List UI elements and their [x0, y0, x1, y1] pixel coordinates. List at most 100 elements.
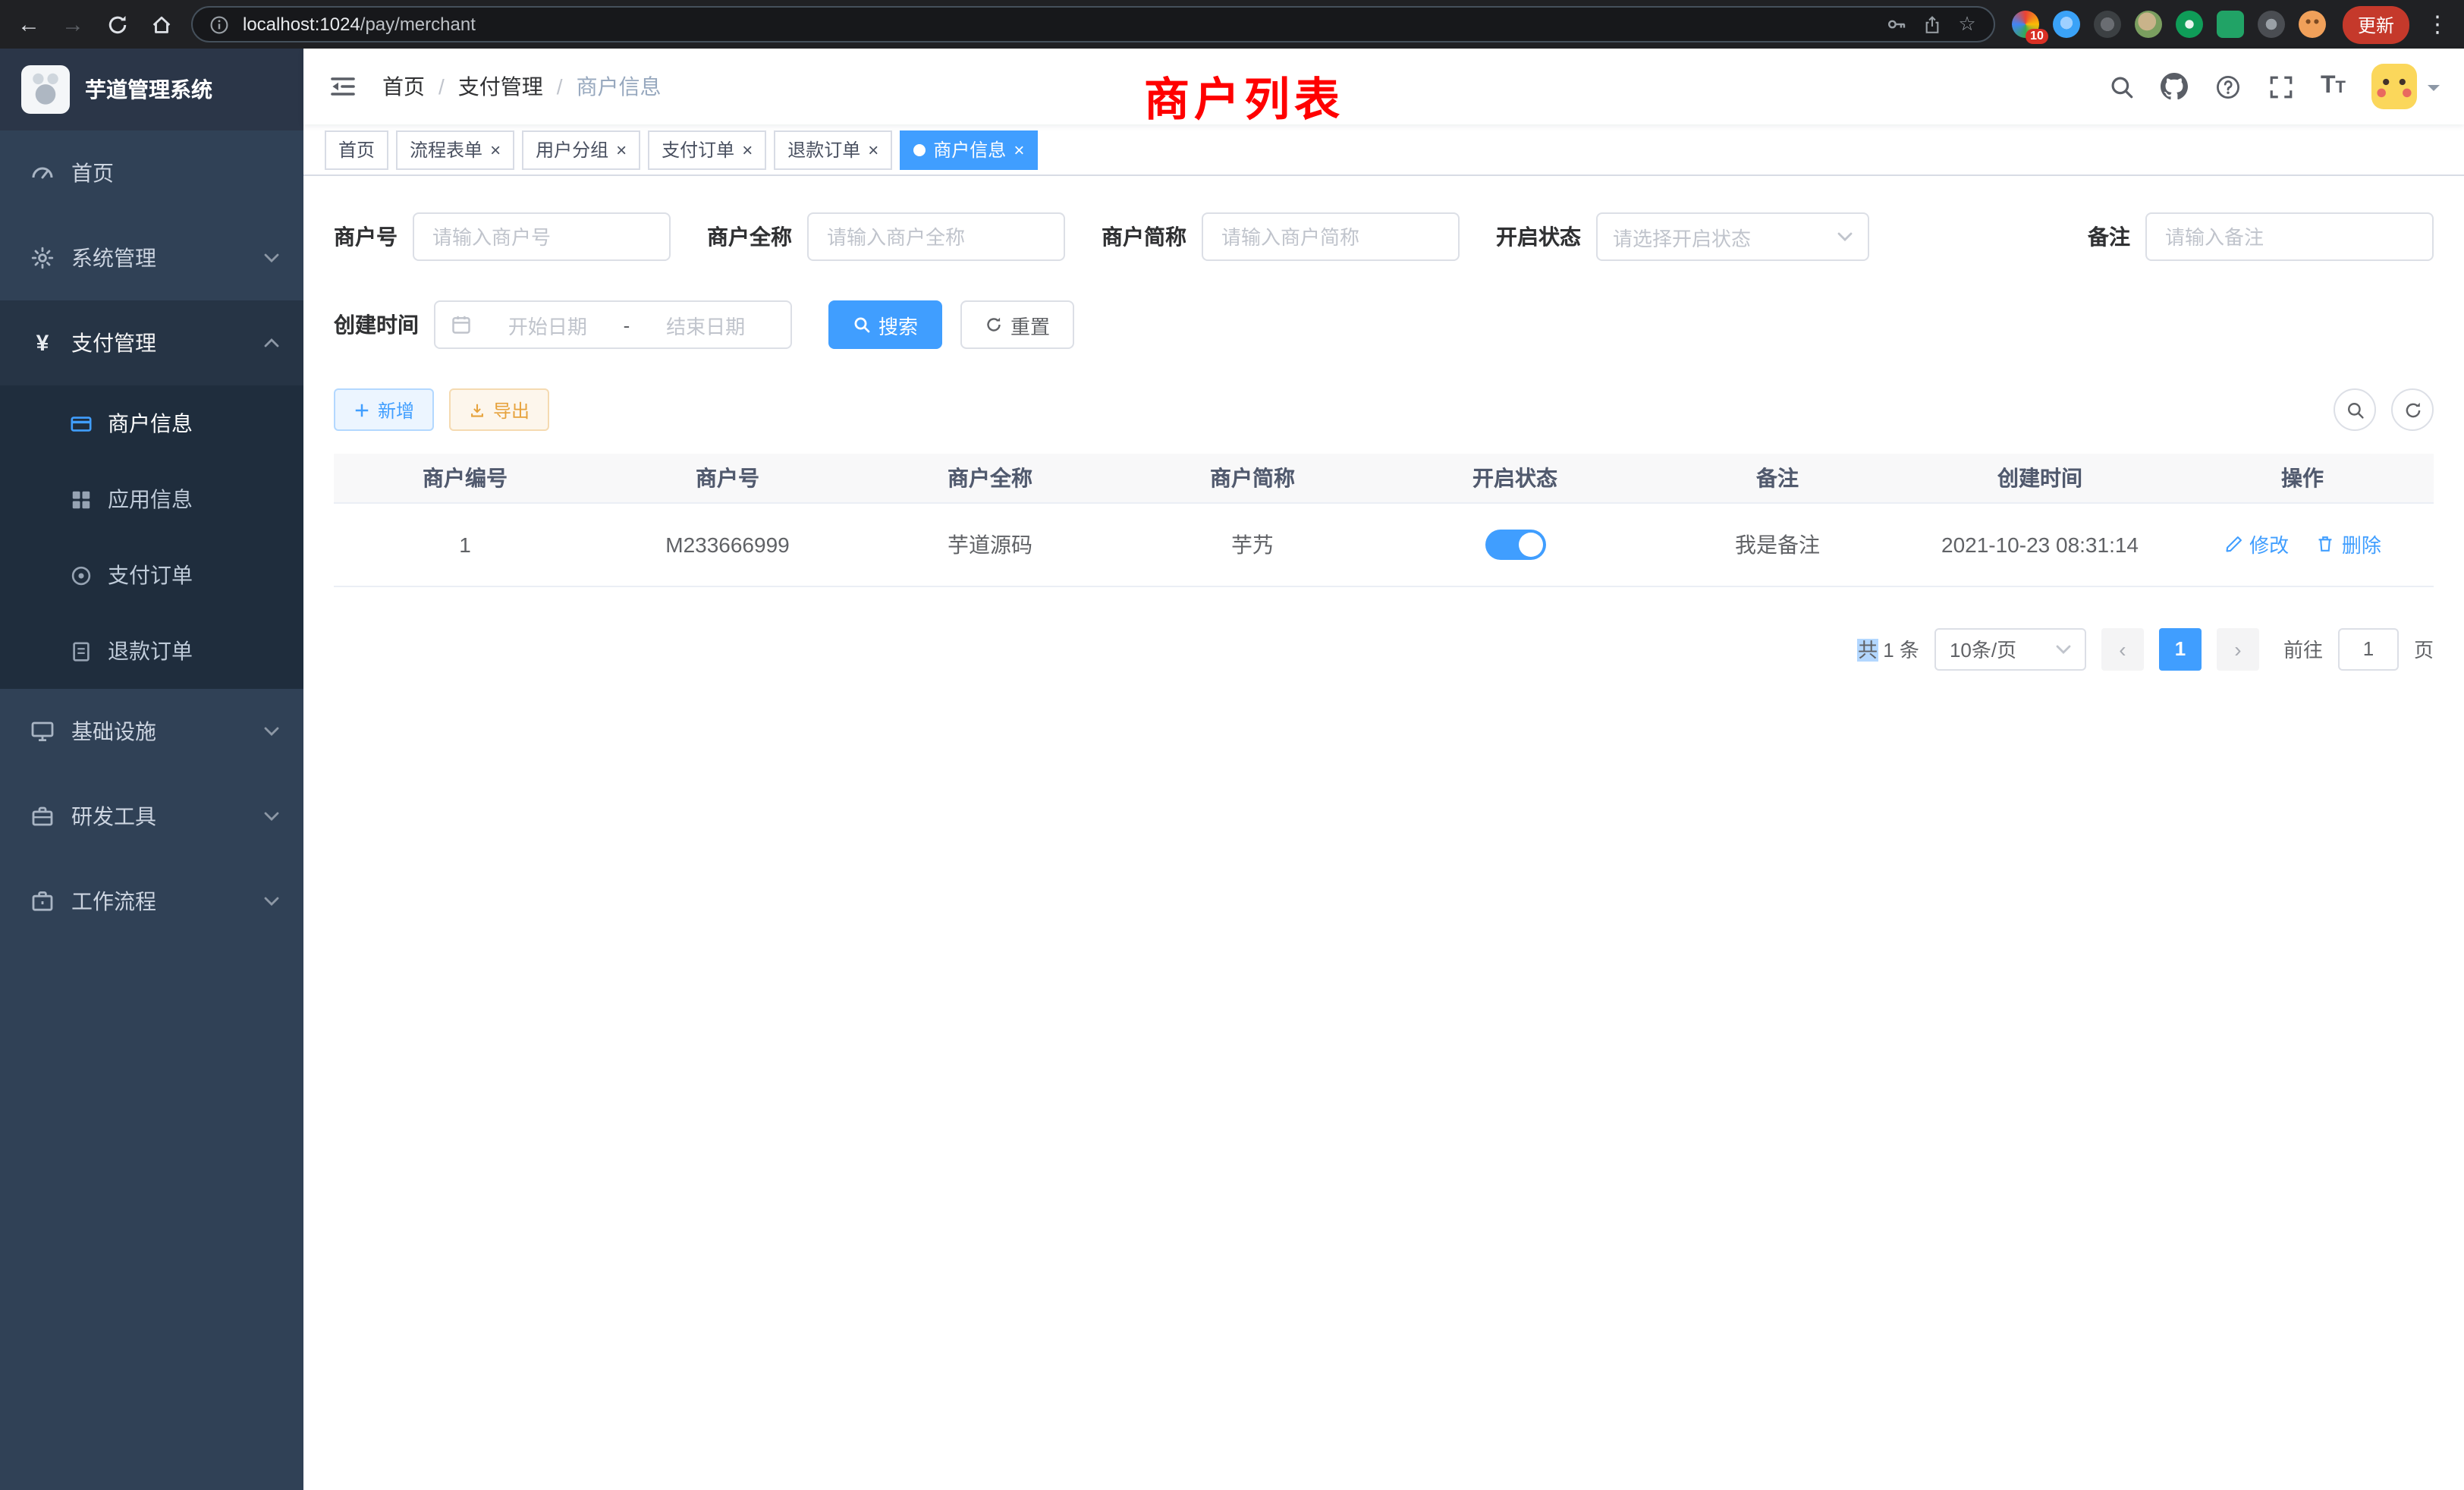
- edit-button[interactable]: 修改: [2224, 530, 2289, 558]
- sidebar-item-label: 支付管理: [71, 328, 156, 358]
- prev-page-button[interactable]: ‹: [2101, 627, 2144, 670]
- tab-home[interactable]: 首页: [325, 130, 388, 169]
- browser-menu-icon[interactable]: ⋮: [2426, 11, 2449, 38]
- navbar-right-tools: TT: [2108, 64, 2440, 109]
- font-size-icon[interactable]: TT: [2321, 73, 2346, 100]
- date-end-placeholder[interactable]: 结束日期: [636, 310, 775, 339]
- sidebar-submenu-payment: 商户信息 应用信息 支付订单: [0, 385, 303, 689]
- close-icon[interactable]: ×: [1014, 140, 1024, 159]
- extension-green-circle-icon[interactable]: [2176, 11, 2203, 38]
- sidebar-item-label: 工作流程: [71, 886, 156, 916]
- remark-input[interactable]: [2145, 212, 2434, 261]
- search-icon: [2345, 400, 2365, 420]
- reload-icon[interactable]: [103, 11, 130, 38]
- breadcrumb-item-payment[interactable]: 支付管理: [458, 71, 543, 102]
- full-name-input[interactable]: [807, 212, 1065, 261]
- extensions-puzzle-icon[interactable]: [2258, 11, 2285, 38]
- sidebar-item-system[interactable]: 系统管理: [0, 215, 303, 300]
- sidebar-item-pay-order[interactable]: 支付订单: [0, 537, 303, 613]
- status-select[interactable]: 请选择开启状态: [1596, 212, 1869, 261]
- tab-merchant-info[interactable]: 商户信息 ×: [900, 130, 1038, 169]
- merchant-no-input[interactable]: [413, 212, 671, 261]
- sidebar-item-merchant-info[interactable]: 商户信息: [0, 385, 303, 461]
- edit-button-label: 修改: [2249, 530, 2289, 558]
- export-button[interactable]: 导出: [449, 388, 549, 431]
- forward-icon[interactable]: →: [59, 11, 86, 38]
- sidebar-item-refund-order[interactable]: 退款订单: [0, 613, 303, 689]
- tab-label: 首页: [338, 137, 375, 162]
- back-icon[interactable]: ←: [15, 11, 42, 38]
- url-bar[interactable]: localhost:1024/pay/merchant ☆: [191, 6, 1995, 42]
- help-icon[interactable]: [2214, 73, 2242, 100]
- extension-green-square-icon[interactable]: [2217, 11, 2244, 38]
- tab-process-form[interactable]: 流程表单×: [396, 130, 514, 169]
- chevron-down-icon: [264, 727, 279, 736]
- home-icon[interactable]: [147, 11, 174, 38]
- add-button[interactable]: 新增: [334, 388, 434, 431]
- key-icon[interactable]: [1886, 13, 1909, 36]
- sidebar-item-devtools[interactable]: 研发工具: [0, 774, 303, 859]
- fullscreen-icon[interactable]: [2268, 73, 2295, 100]
- col-merchant-no: 商户号: [596, 454, 859, 502]
- date-range-picker[interactable]: 开始日期 - 结束日期: [434, 300, 792, 349]
- goto-page-input[interactable]: [2338, 627, 2399, 670]
- close-icon[interactable]: ×: [742, 140, 753, 159]
- chevron-down-icon: [2056, 644, 2071, 653]
- breadcrumb-item-home[interactable]: 首页: [382, 71, 425, 102]
- close-icon[interactable]: ×: [616, 140, 627, 159]
- search-icon[interactable]: [2108, 73, 2136, 100]
- page-number-button[interactable]: 1: [2159, 627, 2202, 670]
- tab-refund-order[interactable]: 退款订单 ×: [774, 130, 892, 169]
- sidebar-item-app-info[interactable]: 应用信息: [0, 461, 303, 537]
- short-name-input[interactable]: [1202, 212, 1460, 261]
- sidebar-item-workflow[interactable]: 工作流程: [0, 859, 303, 944]
- dashboard-icon: [30, 161, 55, 185]
- app-root: ← → localhost:1024/pay/merchant ☆ 10: [0, 0, 2464, 1490]
- chevron-up-icon: [264, 338, 279, 347]
- date-separator: -: [624, 313, 630, 336]
- close-icon[interactable]: ×: [490, 140, 501, 159]
- chevron-down-icon: [264, 812, 279, 821]
- sidebar-item-payment[interactable]: ¥ 支付管理: [0, 300, 303, 385]
- filter-merchant-no: 商户号: [334, 212, 671, 261]
- merchant-no-label: 商户号: [334, 222, 398, 252]
- tab-label: 退款订单: [787, 137, 860, 162]
- status-toggle[interactable]: [1485, 529, 1545, 559]
- page-size-select[interactable]: 10条/页: [1934, 627, 2086, 670]
- search-button[interactable]: 搜索: [828, 300, 942, 349]
- tab-pay-order[interactable]: 支付订单×: [648, 130, 766, 169]
- url-text[interactable]: localhost:1024/pay/merchant: [243, 14, 1874, 35]
- date-start-placeholder[interactable]: 开始日期: [478, 310, 618, 339]
- delete-button[interactable]: 删除: [2316, 530, 2381, 558]
- sidebar-logo[interactable]: 芋道管理系统: [0, 49, 303, 130]
- search-button-label: 搜索: [878, 310, 918, 339]
- sidebar-fold-icon[interactable]: [328, 71, 358, 102]
- close-icon[interactable]: ×: [868, 140, 878, 159]
- info-icon[interactable]: [208, 13, 231, 36]
- col-create-time: 创建时间: [1909, 454, 2171, 502]
- extension-emoji-icon[interactable]: [2299, 11, 2326, 38]
- sidebar-item-home[interactable]: 首页: [0, 130, 303, 215]
- user-avatar-menu[interactable]: [2371, 64, 2440, 109]
- sidebar-item-infra[interactable]: 基础设施: [0, 689, 303, 774]
- logo-image: [21, 65, 70, 114]
- browser-update-button[interactable]: 更新: [2343, 5, 2409, 43]
- tab-label: 商户信息: [933, 137, 1006, 162]
- extension-badge: 10: [2026, 29, 2048, 44]
- refresh-button[interactable]: [2391, 388, 2434, 431]
- toggle-search-button[interactable]: [2334, 388, 2376, 431]
- next-page-button[interactable]: ›: [2217, 627, 2259, 670]
- extension-avatar-icon[interactable]: [2135, 11, 2162, 38]
- extension-blue-icon[interactable]: [2053, 11, 2080, 38]
- reset-button[interactable]: 重置: [960, 300, 1074, 349]
- chevron-down-icon: [264, 897, 279, 906]
- bookmark-star-icon[interactable]: ☆: [1956, 13, 1978, 36]
- extension-dark-icon[interactable]: [2094, 11, 2121, 38]
- extension-colorwheel-icon[interactable]: 10: [2012, 11, 2039, 38]
- github-icon[interactable]: [2161, 73, 2189, 100]
- tab-user-group[interactable]: 用户分组×: [522, 130, 640, 169]
- app-title: 芋道管理系统: [85, 74, 212, 105]
- cell-short-name: 芋艿: [1121, 502, 1384, 586]
- export-button-label: 导出: [493, 397, 530, 423]
- share-icon[interactable]: [1921, 13, 1944, 36]
